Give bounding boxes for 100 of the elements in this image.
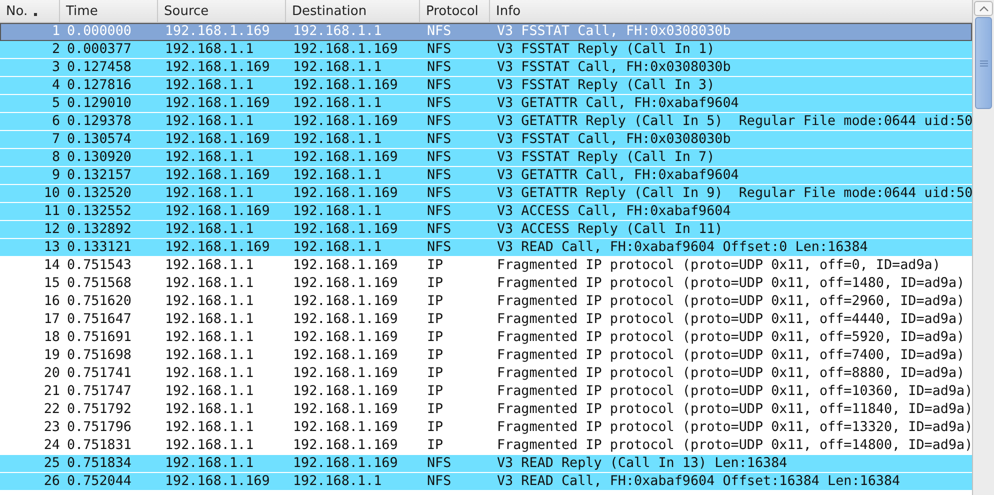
table-cell-text: NFS — [426, 77, 452, 94]
table-cell-text: 0.751834 — [66, 455, 132, 472]
packet-row[interactable]: 9 0.132157 192.168.1.169 192.168.1.1 NFS V3 GETATTR Call, FH:0xabaf9604 — [0, 167, 972, 185]
table-cell-text: 192.168.1.1 — [164, 77, 255, 94]
table-cell-text: 192.168.1.169 — [292, 77, 399, 94]
table-cell-text: 5 — [50, 95, 60, 112]
table-cell-text: NFS — [426, 95, 452, 112]
table-cell-text: IP — [426, 311, 444, 328]
packet-row[interactable]: 6 0.129378 192.168.1.1 192.168.1.169 NFS V3 GETATTR Reply (Call In 5) Regular File mode:0644 uid:50 — [0, 113, 972, 131]
table-cell-text: 9 — [50, 167, 60, 184]
table-cell-text: V3 FSSTAT Call, FH:0x0308030b — [496, 23, 732, 40]
table-cell-text: 0.751698 — [66, 347, 132, 364]
table-cell-text: 0.132892 — [66, 221, 132, 238]
table-cell-text: 192.168.1.169 — [292, 257, 399, 274]
packet-row[interactable]: 11 0.132552 192.168.1.169 192.168.1.1 NFS V3 ACCESS Call, FH:0xabaf9604 — [0, 203, 972, 221]
table-cell-text: 0.129378 — [66, 113, 132, 130]
table-cell-text: 192.168.1.1 — [164, 329, 255, 346]
table-cell-text: 192.168.1.169 — [292, 185, 399, 202]
table-cell-text: 192.168.1.169 — [292, 311, 399, 328]
table-cell-text: Fragmented IP protocol (proto=UDP 0x11, off=1480, ID=ad9a) — [496, 275, 966, 292]
table-cell-text: 0.000377 — [66, 41, 132, 58]
packet-row[interactable]: 5 0.129010 192.168.1.169 192.168.1.1 NFS V3 GETATTR Call, FH:0xabaf9604 — [0, 95, 972, 113]
packet-row[interactable]: 3 0.127458 192.168.1.169 192.168.1.1 NFS V3 FSSTAT Call, FH:0x0308030b — [0, 59, 972, 77]
packet-row[interactable]: 12 0.132892 192.168.1.1 192.168.1.169 NFS V3 ACCESS Reply (Call In 11) — [0, 221, 972, 239]
table-cell-text: V3 ACCESS Call, FH:0xabaf9604 — [496, 203, 732, 220]
scroll-thumb[interactable] — [975, 17, 992, 109]
table-cell-text: 192.168.1.1 — [164, 257, 255, 274]
table-cell-text: 192.168.1.1 — [164, 383, 255, 400]
table-cell-text: 192.168.1.169 — [292, 221, 399, 238]
packet-row[interactable]: 8 0.130920 192.168.1.1 192.168.1.169 NFS V3 FSSTAT Reply (Call In 7) — [0, 149, 972, 167]
column-header[interactable]: No. — [0, 0, 60, 22]
column-header[interactable]: Protocol — [420, 0, 490, 22]
table-cell-text: 192.168.1.169 — [292, 41, 399, 58]
column-header[interactable]: Time — [60, 0, 158, 22]
table-cell-text: 0.751747 — [66, 383, 132, 400]
table-cell-text: 0.132520 — [66, 185, 132, 202]
table-cell-text: 0.000000 — [66, 23, 132, 40]
table-cell-text: 192.168.1.1 — [292, 167, 383, 184]
table-cell-text: 192.168.1.1 — [292, 131, 383, 148]
table-cell-text: 22 — [42, 401, 60, 418]
table-cell-text: 192.168.1.169 — [292, 113, 399, 130]
packet-row[interactable]: 26 0.752044 192.168.1.169 192.168.1.1 NFS V3 READ Call, FH:0xabaf9604 Offset:16384 Len:16384 — [0, 473, 972, 491]
table-cell-text: IP — [426, 293, 444, 310]
table-cell-text: IP — [426, 329, 444, 346]
table-cell-text: V3 GETATTR Call, FH:0xabaf9604 — [496, 95, 740, 112]
table-cell-text: V3 READ Call, FH:0xabaf9604 Offset:0 Len:16384 — [496, 239, 869, 256]
table-cell-text: 192.168.1.169 — [164, 167, 271, 184]
table-cell-text: 192.168.1.1 — [164, 365, 255, 382]
table-cell-text: 18 — [42, 329, 60, 346]
table-cell-text: 192.168.1.169 — [292, 347, 399, 364]
table-cell-text: 192.168.1.169 — [292, 455, 399, 472]
table-cell-text: 1 — [50, 23, 60, 40]
table-cell-text: 0.751543 — [66, 257, 132, 274]
table-cell-text: 192.168.1.1 — [164, 185, 255, 202]
column-header[interactable]: Destination — [286, 0, 420, 22]
table-cell-text: 192.168.1.1 — [292, 23, 383, 40]
table-cell-text: V3 GETATTR Call, FH:0xabaf9604 — [496, 167, 740, 184]
table-cell-text: 23 — [42, 419, 60, 436]
table-cell-text: 192.168.1.169 — [292, 437, 399, 454]
table-cell-text: 13 — [42, 239, 60, 256]
table-cell-text: NFS — [426, 23, 452, 40]
up-caret-icon — [978, 6, 988, 12]
table-cell-text: V3 FSSTAT Call, FH:0x0308030b — [496, 131, 732, 148]
table-cell-text: IP — [426, 437, 444, 454]
table-cell-text: IP — [426, 419, 444, 436]
table-cell-text: 192.168.1.169 — [164, 239, 271, 256]
table-cell-text: 192.168.1.169 — [164, 203, 271, 220]
table-cell-text: 0.751691 — [66, 329, 132, 346]
packet-row[interactable]: 13 0.133121 192.168.1.169 192.168.1.1 NFS V3 READ Call, FH:0xabaf9604 Offset:0 Len:16384 — [0, 239, 972, 257]
table-cell-text: IP — [426, 401, 444, 418]
column-header[interactable]: Info — [490, 0, 972, 22]
table-cell-text: NFS — [426, 455, 452, 472]
table-cell-text: IP — [426, 365, 444, 382]
table-cell-text: 192.168.1.1 — [164, 275, 255, 292]
table-cell-text: V3 GETATTR Reply (Call In 9) Regular File mode:0644 uid:50 — [496, 185, 972, 202]
table-cell-text: 0.130574 — [66, 131, 132, 148]
table-cell-text: 192.168.1.1 — [164, 149, 255, 166]
scroll-up-button[interactable] — [974, 1, 993, 16]
table-cell-text: 7 — [50, 131, 60, 148]
table-cell-text: 192.168.1.169 — [164, 131, 271, 148]
table-cell-text: 192.168.1.1 — [164, 437, 255, 454]
table-cell-text: 0.127816 — [66, 77, 132, 94]
table-cell-text: 192.168.1.169 — [292, 293, 399, 310]
table-cell-text: 11 — [42, 203, 60, 220]
table-cell-text: NFS — [426, 221, 452, 238]
packet-row[interactable]: 7 0.130574 192.168.1.169 192.168.1.1 NFS V3 FSSTAT Call, FH:0x0308030b — [0, 131, 972, 149]
table-cell-text: 192.168.1.169 — [164, 473, 271, 490]
packet-row[interactable]: 2 0.000377 192.168.1.1 192.168.1.169 NFS V3 FSSTAT Reply (Call In 1) — [0, 41, 972, 59]
table-cell-text: Fragmented IP protocol (proto=UDP 0x11, off=7400, ID=ad9a) — [496, 347, 966, 364]
packet-row[interactable]: 4 0.127816 192.168.1.1 192.168.1.169 NFS V3 FSSTAT Reply (Call In 3) — [0, 77, 972, 95]
table-cell-text: 192.168.1.169 — [292, 329, 399, 346]
table-cell-text: V3 FSSTAT Call, FH:0x0308030b — [496, 59, 732, 76]
scrollbar[interactable] — [972, 0, 994, 495]
column-header[interactable]: Source — [158, 0, 286, 22]
table-cell-text: 0.751831 — [66, 437, 132, 454]
table-cell-text: 192.168.1.169 — [164, 95, 271, 112]
table-cell-text: NFS — [426, 131, 452, 148]
packet-row[interactable]: 10 0.132520 192.168.1.1 192.168.1.169 NFS V3 GETATTR Reply (Call In 9) Regular File mode:0644 uid:50 — [0, 185, 972, 203]
table-cell-text: 192.168.1.1 — [292, 95, 383, 112]
packet-row[interactable]: 25 0.751834 192.168.1.1 192.168.1.169 NFS V3 READ Reply (Call In 13) Len:16384 — [0, 455, 972, 473]
